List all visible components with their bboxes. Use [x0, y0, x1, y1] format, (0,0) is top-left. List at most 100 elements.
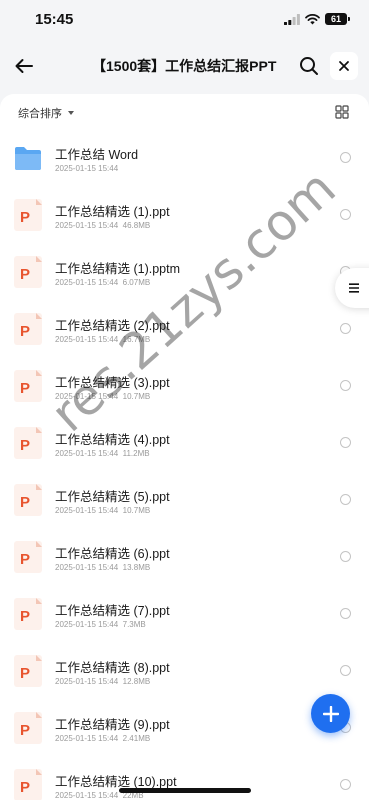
select-radio[interactable] — [340, 608, 351, 619]
file-date: 2025-01-15 15:44 — [55, 164, 119, 173]
file-name: 工作总结精选 (3).ppt — [55, 376, 170, 390]
file-date: 2025-01-15 15:44 — [55, 335, 119, 344]
svg-text:P: P — [20, 209, 30, 226]
ppt-file-icon: P — [14, 484, 42, 516]
header: 【1500套】工作总结汇报PPT — [0, 40, 369, 92]
file-date: 2025-01-15 15:44 — [55, 677, 119, 686]
close-icon — [339, 61, 349, 71]
caret-down-icon — [68, 111, 74, 115]
file-meta: 2025-01-15 15:44 7.3MB — [55, 620, 146, 629]
file-size: 10.7MB — [122, 392, 151, 401]
select-radio[interactable] — [340, 779, 351, 790]
select-radio[interactable] — [340, 323, 351, 334]
ppt-file-icon: P — [14, 199, 42, 231]
select-radio[interactable] — [340, 437, 351, 448]
file-size: 6.07MB — [122, 278, 151, 287]
close-button[interactable] — [330, 52, 358, 80]
file-date: 2025-01-15 15:44 — [55, 278, 119, 287]
status-indicators: 61 — [284, 13, 350, 25]
home-indicator — [119, 788, 251, 793]
file-list-item[interactable]: P 工作总结精选 (3).ppt 2025-01-15 15:44 10.7MB — [0, 358, 369, 415]
file-date: 2025-01-15 15:44 — [55, 449, 119, 458]
file-name: 工作总结精选 (5).ppt — [55, 490, 170, 504]
file-list-item[interactable]: P 工作总结精选 (7).ppt 2025-01-15 15:44 7.3MB — [0, 586, 369, 643]
file-list-item[interactable]: P 工作总结精选 (6).ppt 2025-01-15 15:44 13.8MB — [0, 529, 369, 586]
file-list-item[interactable]: P 工作总结精选 (2).ppt 2025-01-15 15:44 16.7MB — [0, 301, 369, 358]
file-list-item[interactable]: P 工作总结精选 (1).pptm 2025-01-15 15:44 6.07MB — [0, 244, 369, 301]
svg-text:P: P — [20, 665, 30, 682]
file-date: 2025-01-15 15:44 — [55, 734, 119, 743]
file-list-item[interactable]: P 工作总结精选 (4).ppt 2025-01-15 15:44 11.2MB — [0, 415, 369, 472]
file-meta: 2025-01-15 15:44 2.41MB — [55, 734, 150, 743]
svg-text:P: P — [20, 437, 30, 454]
file-list-item[interactable]: P 工作总结精选 (1).ppt 2025-01-15 15:44 46.8MB — [0, 187, 369, 244]
file-size: 7.3MB — [122, 620, 146, 629]
file-date: 2025-01-15 15:44 — [55, 563, 119, 572]
file-browser-panel: 综合排序 工作总结 Word 2025-01-15 15:44 P 工作总结精选 (1… — [0, 94, 369, 800]
file-list-item[interactable]: P 工作总结精选 (5).ppt 2025-01-15 15:44 10.7MB — [0, 472, 369, 529]
file-name: 工作总结 Word — [55, 148, 139, 162]
battery-icon: 61 — [325, 13, 350, 25]
svg-text:P: P — [20, 779, 30, 796]
file-list-item[interactable]: 工作总结 Word 2025-01-15 15:44 — [0, 130, 369, 187]
file-meta: 2025-01-15 15:44 6.07MB — [55, 278, 150, 287]
svg-text:P: P — [20, 494, 30, 511]
wifi-icon — [305, 13, 320, 24]
file-meta: 2025-01-15 15:44 12.8MB — [55, 677, 150, 686]
svg-text:P: P — [20, 551, 30, 568]
file-size: 46.8MB — [122, 221, 151, 230]
svg-text:P: P — [20, 380, 30, 397]
select-radio[interactable] — [340, 152, 351, 163]
plus-icon — [322, 705, 339, 722]
grid-view-icon[interactable] — [335, 105, 349, 119]
page-title: 【1500套】工作总结汇报PPT — [92, 58, 277, 74]
ppt-file-icon: P — [14, 256, 42, 288]
file-name: 工作总结精选 (8).ppt — [55, 661, 170, 675]
select-radio[interactable] — [340, 494, 351, 505]
add-button[interactable] — [311, 694, 350, 733]
ppt-file-icon: P — [14, 655, 42, 687]
file-name: 工作总结精选 (2).ppt — [55, 319, 170, 333]
file-meta: 2025-01-15 15:44 — [55, 164, 118, 173]
folder-icon — [15, 147, 41, 170]
ppt-file-icon: P — [14, 769, 42, 800]
file-meta: 2025-01-15 15:44 11.2MB — [55, 449, 150, 458]
file-date: 2025-01-15 15:44 — [55, 221, 119, 230]
svg-text:P: P — [20, 266, 30, 283]
file-size: 12.8MB — [122, 677, 151, 686]
file-name: 工作总结精选 (6).ppt — [55, 547, 170, 561]
search-button[interactable] — [296, 53, 322, 79]
file-meta: 2025-01-15 15:44 10.7MB — [55, 392, 150, 401]
select-radio[interactable] — [340, 665, 351, 676]
file-date: 2025-01-15 15:44 — [55, 506, 119, 515]
ppt-file-icon: P — [14, 598, 42, 630]
file-list-item[interactable]: P 工作总结精选 (8).ppt 2025-01-15 15:44 12.8MB — [0, 643, 369, 700]
file-size: 16.7MB — [122, 335, 151, 344]
file-date: 2025-01-15 15:44 — [55, 620, 119, 629]
status-bar: 15:45 61 — [0, 0, 369, 40]
select-radio[interactable] — [340, 551, 351, 562]
svg-text:P: P — [20, 722, 30, 739]
select-radio[interactable] — [340, 380, 351, 391]
file-meta: 2025-01-15 15:44 10.7MB — [55, 506, 150, 515]
sort-label: 综合排序 — [18, 108, 62, 120]
file-meta: 2025-01-15 15:44 46.8MB — [55, 221, 150, 230]
ppt-file-icon: P — [14, 313, 42, 345]
file-date: 2025-01-15 15:44 — [55, 791, 119, 800]
side-menu-handle[interactable] — [335, 268, 369, 308]
arrow-left-icon — [15, 59, 33, 73]
file-list-item[interactable]: P 工作总结精选 (10).ppt 2025-01-15 15:44 22MB — [0, 757, 369, 800]
file-name: 工作总结精选 (7).ppt — [55, 604, 170, 618]
search-icon — [300, 57, 318, 75]
file-meta: 2025-01-15 15:44 16.7MB — [55, 335, 150, 344]
file-name: 工作总结精选 (9).ppt — [55, 718, 170, 732]
sort-bar: 综合排序 — [0, 94, 369, 130]
select-radio[interactable] — [340, 209, 351, 220]
ppt-file-icon: P — [14, 427, 42, 459]
file-size: 13.8MB — [122, 563, 151, 572]
cellular-signal-icon — [284, 13, 300, 25]
back-button[interactable] — [10, 52, 38, 80]
svg-text:P: P — [20, 323, 30, 340]
sort-dropdown[interactable]: 综合排序 — [18, 105, 74, 121]
file-name: 工作总结精选 (1).pptm — [55, 262, 181, 276]
